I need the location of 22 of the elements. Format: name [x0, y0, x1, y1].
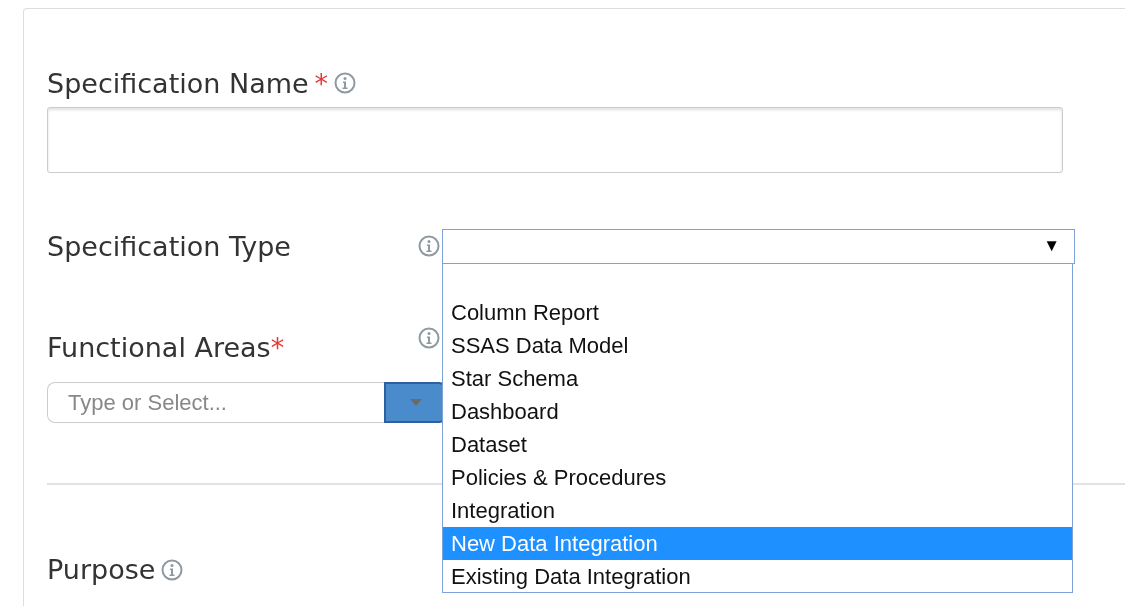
info-icon[interactable]	[418, 327, 440, 349]
name-input[interactable]	[47, 107, 1063, 173]
dropdown-option[interactable]: Policies & Procedures	[443, 460, 1072, 494]
dropdown-option[interactable]: Star Schema	[443, 361, 1072, 395]
dropdown-option[interactable]: SSAS Data Model	[443, 328, 1072, 362]
field-label: Specification Name	[47, 67, 309, 99]
dropdown-option[interactable]: Column Report	[443, 295, 1072, 329]
dropdown-option[interactable]: Dataset	[443, 427, 1072, 461]
field-label: Specification Type	[47, 230, 292, 262]
info-icon[interactable]	[418, 235, 440, 257]
dropdown-option[interactable]: Integration	[443, 493, 1072, 527]
required-mark: *	[270, 331, 285, 363]
field-label: Purpose	[47, 554, 156, 585]
caret-icon	[409, 399, 422, 406]
dropdown-option[interactable]: Dashboard	[443, 394, 1072, 428]
field-label: Functional Areas	[47, 331, 271, 363]
info-icon[interactable]	[161, 558, 184, 581]
info-icon[interactable]	[334, 72, 357, 94]
required-mark: *	[314, 67, 329, 99]
type-select[interactable]: ▼	[442, 228, 1075, 264]
functional-areas-input[interactable]: Type or Select...	[47, 382, 384, 423]
dropdown-option[interactable]: Existing Data Integration	[443, 559, 1072, 592]
